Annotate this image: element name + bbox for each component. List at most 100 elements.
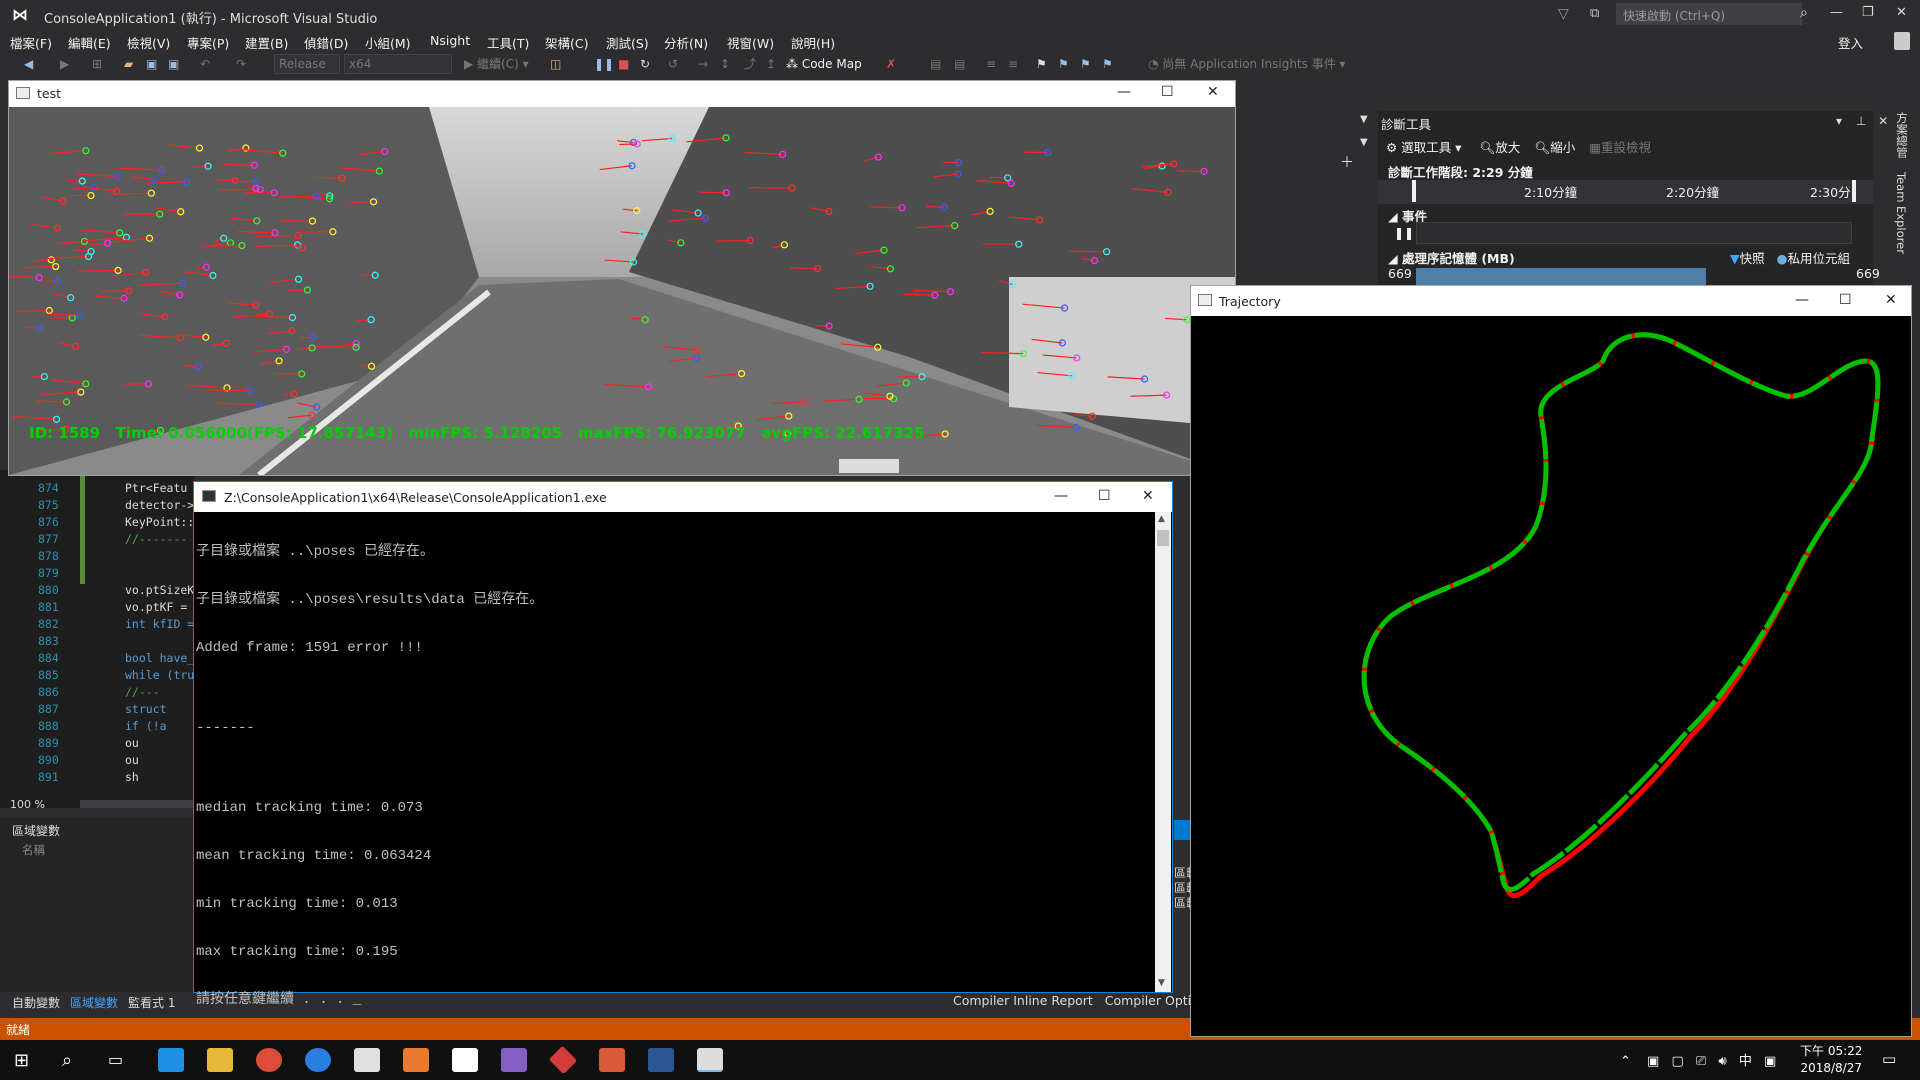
menu-view[interactable]: 檢視(V) <box>127 33 170 52</box>
step-into-icon[interactable]: → <box>698 55 708 73</box>
task-view-icon[interactable]: ▭ <box>108 1050 123 1069</box>
file-explorer-icon[interactable] <box>207 1048 233 1072</box>
menu-test[interactable]: 測試(S) <box>606 33 649 52</box>
tab-watch1[interactable]: 監看式 1 <box>128 994 175 1011</box>
solution-subdropdown-icon[interactable]: ▼ <box>1360 137 1368 148</box>
platform-dropdown[interactable]: x64 <box>344 54 452 74</box>
maximize-icon[interactable]: ☐ <box>1161 84 1174 100</box>
code-text[interactable]: if (!a <box>125 719 167 733</box>
undo-icon[interactable]: ↶ <box>200 55 210 73</box>
comment-icon[interactable]: ▤ <box>930 55 941 73</box>
scroll-down-icon[interactable]: ▼ <box>1158 978 1165 988</box>
step-out-icon[interactable]: ⤴ <box>744 55 756 73</box>
code-text[interactable]: while (tru <box>125 668 194 682</box>
pause-events-icon[interactable]: ❚❚ <box>1394 226 1414 240</box>
open-file-icon[interactable]: ▰ <box>124 55 133 73</box>
process-icon[interactable]: ◫ <box>550 55 561 73</box>
code-text[interactable]: ou <box>125 736 139 750</box>
timeline-start-marker[interactable] <box>1412 180 1416 202</box>
menu-architecture[interactable]: 架構(C) <box>545 33 588 52</box>
search-icon[interactable]: ⌕ <box>62 1050 72 1071</box>
code-text[interactable]: //--- <box>125 685 160 699</box>
tray-app-icon[interactable]: ▢ <box>1671 1054 1683 1069</box>
tab-autos[interactable]: 自動變數 <box>12 994 60 1011</box>
step-over-icon[interactable]: ↕ <box>720 55 730 73</box>
timeline-end-marker[interactable] <box>1852 180 1856 202</box>
zoom-in-button[interactable]: 🔍︎放大 <box>1479 140 1520 155</box>
next-bookmark-icon[interactable]: ⚑ <box>1080 55 1091 73</box>
code-text[interactable]: ou <box>125 753 139 767</box>
filter-icon[interactable]: ▽ <box>1558 6 1569 22</box>
firefox-icon[interactable] <box>305 1048 331 1072</box>
uncomment-icon[interactable]: ▤ <box>954 55 965 73</box>
app-insights-button[interactable]: ◔ 尚無 Application Insights 事件 ▾ <box>1148 55 1346 73</box>
menu-help[interactable]: 說明(H) <box>791 33 835 52</box>
ime-mode-icon[interactable]: ▣ <box>1764 1054 1776 1069</box>
minimize-icon[interactable]: — <box>1054 488 1068 504</box>
code-text[interactable]: detector-> <box>125 498 194 512</box>
save-icon[interactable]: ▣ <box>146 55 157 73</box>
feedback-icon[interactable] <box>1894 32 1910 50</box>
pause-icon[interactable]: ❚❚ <box>594 55 614 73</box>
indent-icon[interactable]: ≡ <box>986 55 996 73</box>
add-icon[interactable]: ＋ <box>1340 152 1354 172</box>
diag-memory-header[interactable]: ◢ 處理序記憶體 (MB) <box>1388 248 1515 267</box>
minimize-icon[interactable]: — <box>1795 292 1809 308</box>
close-icon[interactable]: ✕ <box>1142 488 1154 504</box>
powerpoint-icon[interactable] <box>599 1048 625 1072</box>
menu-analyze[interactable]: 分析(N) <box>664 33 708 52</box>
menu-window[interactable]: 視窗(W) <box>727 33 774 52</box>
menu-project[interactable]: 專案(P) <box>187 33 229 52</box>
code-text[interactable]: sh <box>125 770 139 784</box>
minimize-icon[interactable]: — <box>1830 5 1843 20</box>
code-text[interactable]: Ptr<Featu <box>125 481 187 495</box>
forward-icon[interactable]: ▶ <box>60 55 69 73</box>
show-next-statement-icon[interactable]: ↺ <box>668 55 678 73</box>
close-icon[interactable]: ✕ <box>1896 5 1907 20</box>
code-map-button[interactable]: ⁂ Code Map <box>786 55 862 73</box>
visual-studio-icon[interactable] <box>501 1048 527 1072</box>
store-icon[interactable] <box>354 1048 380 1072</box>
console-app-icon[interactable] <box>697 1048 723 1072</box>
clock[interactable]: 下午 05:22 2018/8/27 <box>1800 1043 1862 1077</box>
restart-icon[interactable]: ↻ <box>640 55 650 73</box>
search-icon[interactable]: ⌕ <box>1800 5 1808 21</box>
quick-launch-input[interactable]: 快速啟動 (Ctrl+Q) <box>1616 3 1802 25</box>
code-text[interactable]: KeyPoint:: <box>125 515 194 529</box>
exception-icon[interactable]: ✗ <box>886 55 896 73</box>
step-icon[interactable]: ↥ <box>766 55 776 73</box>
continue-button[interactable]: ▶ 繼續(C) ▾ <box>464 55 529 73</box>
chrome-icon[interactable] <box>256 1048 282 1072</box>
volume-icon[interactable]: 🔊︎ <box>1718 1054 1726 1069</box>
code-text[interactable]: int kfID = <box>125 617 194 631</box>
clear-bookmark-icon[interactable]: ⚑ <box>1102 55 1113 73</box>
outdent-icon[interactable]: ≡ <box>1008 55 1018 73</box>
zoom-out-button[interactable]: 🔍︎縮小 <box>1534 140 1575 155</box>
code-text[interactable]: //------- <box>125 532 187 546</box>
menu-build[interactable]: 建置(B) <box>245 33 288 52</box>
edge-icon[interactable] <box>158 1048 184 1072</box>
dropdown-icon[interactable]: ▾ <box>1836 114 1842 128</box>
start-icon[interactable]: ⊞ <box>14 1050 29 1071</box>
media-player-icon[interactable] <box>403 1048 429 1072</box>
network-icon[interactable]: ⎚ <box>1696 1054 1706 1069</box>
close-icon[interactable]: ✕ <box>1207 84 1219 100</box>
mail-icon[interactable] <box>452 1048 478 1072</box>
login-link[interactable]: 登入 <box>1838 33 1863 52</box>
editor-hscroll[interactable] <box>80 800 195 808</box>
bookmark-icon[interactable]: ⚑ <box>1036 55 1047 73</box>
side-tab-solution-explorer[interactable]: 方案總管 <box>1894 112 1910 158</box>
ime-indicator[interactable]: 中 <box>1739 1054 1752 1069</box>
menu-file[interactable]: 檔案(F) <box>10 33 52 52</box>
prev-bookmark-icon[interactable]: ⚑ <box>1058 55 1069 73</box>
action-center-icon[interactable]: ▭ <box>1882 1050 1896 1068</box>
pin-icon[interactable]: ⊥ <box>1856 114 1866 128</box>
code-text[interactable]: struct <box>125 702 167 716</box>
menu-debug[interactable]: 偵錯(D) <box>304 33 348 52</box>
code-text[interactable]: vo.ptSizeK <box>125 583 194 597</box>
code-text[interactable]: vo.ptKF = <box>125 600 187 614</box>
console-scrollbar[interactable]: ▲ ▼ <box>1155 512 1171 992</box>
menu-nsight[interactable]: Nsight <box>430 33 470 48</box>
tray-app-icon[interactable]: ▣ <box>1647 1054 1659 1069</box>
menu-tools[interactable]: 工具(T) <box>487 33 529 52</box>
